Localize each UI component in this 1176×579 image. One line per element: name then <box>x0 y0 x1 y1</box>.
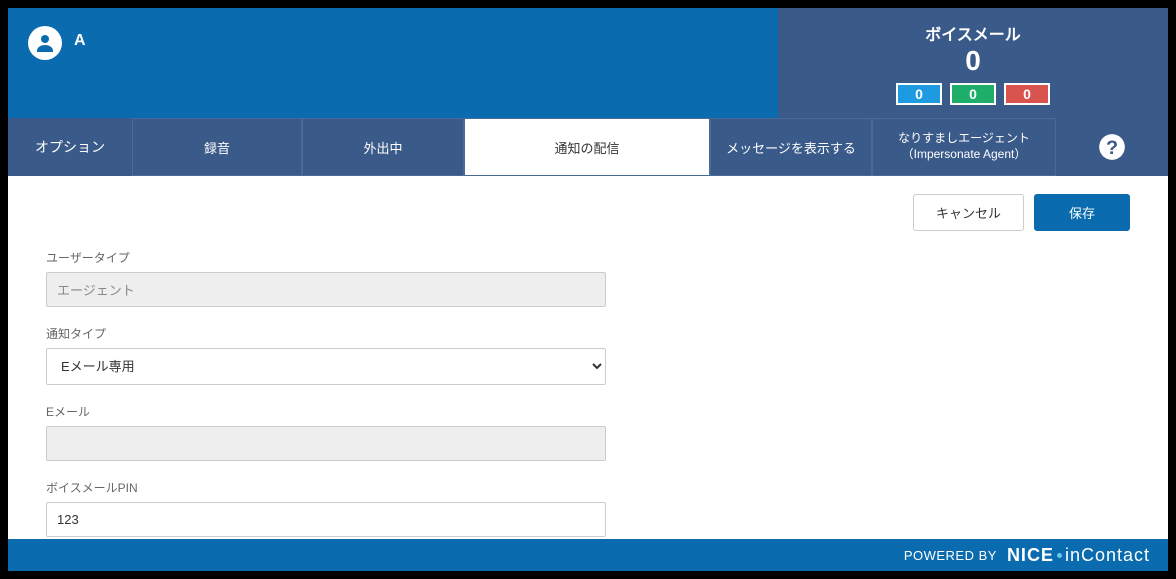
field-notify-type: 通知タイプ Eメール専用 <box>46 325 606 385</box>
voicemail-count: 0 <box>965 47 981 75</box>
header: A ボイスメール 0 0 0 0 <box>8 8 1168 118</box>
save-button[interactable]: 保存 <box>1034 194 1130 231</box>
voicemail-title: ボイスメール <box>925 21 1021 45</box>
header-left: A <box>8 8 778 118</box>
tab-show-message[interactable]: メッセージを表示する <box>710 118 872 176</box>
svg-text:?: ? <box>1106 137 1118 159</box>
pin-input[interactable] <box>46 502 606 537</box>
field-email: Eメール <box>46 403 606 461</box>
badge-blue[interactable]: 0 <box>896 83 942 105</box>
avatar-icon <box>28 26 62 60</box>
email-input <box>46 426 606 461</box>
cancel-button[interactable]: キャンセル <box>913 194 1024 231</box>
tab-recording[interactable]: 録音 <box>132 118 302 176</box>
pin-label: ボイスメールPIN <box>46 479 606 496</box>
voicemail-badges: 0 0 0 <box>896 83 1050 105</box>
brand-nice: NICE <box>1007 545 1054 566</box>
powered-by-label: POWERED BY <box>904 548 997 563</box>
action-row: キャンセル 保存 <box>46 194 1130 231</box>
field-pin: ボイスメールPIN <box>46 479 606 537</box>
tab-impersonate-agent[interactable]: なりすましエージェント（Impersonate Agent） <box>872 118 1056 176</box>
footer: POWERED BY NICE inContact <box>8 539 1168 571</box>
content-area: キャンセル 保存 ユーザータイプ 通知タイプ Eメール専用 Eメール ボイスメー… <box>8 176 1168 539</box>
help-button[interactable]: ? <box>1056 118 1168 176</box>
brand-incontact: inContact <box>1065 545 1150 566</box>
notify-type-label: 通知タイプ <box>46 325 606 342</box>
brand-dot-icon <box>1057 553 1062 558</box>
brand-logo: NICE inContact <box>1007 545 1150 566</box>
agent-name: A <box>74 32 86 50</box>
badge-green[interactable]: 0 <box>950 83 996 105</box>
user-type-label: ユーザータイプ <box>46 249 606 266</box>
tab-notification-delivery[interactable]: 通知の配信 <box>464 118 710 176</box>
app-frame: A ボイスメール 0 0 0 0 オプション 録音 外出中 通知の配信 メッセー… <box>0 0 1176 579</box>
tab-away[interactable]: 外出中 <box>302 118 464 176</box>
email-label: Eメール <box>46 403 606 420</box>
user-type-input <box>46 272 606 307</box>
notify-type-select[interactable]: Eメール専用 <box>46 348 606 385</box>
form: ユーザータイプ 通知タイプ Eメール専用 Eメール ボイスメールPIN <box>46 249 606 537</box>
tabs-row: オプション 録音 外出中 通知の配信 メッセージを表示する なりすましエージェン… <box>8 118 1168 176</box>
tabs-group-label: オプション <box>8 118 132 176</box>
field-user-type: ユーザータイプ <box>46 249 606 307</box>
voicemail-panel: ボイスメール 0 0 0 0 <box>778 8 1168 118</box>
badge-red[interactable]: 0 <box>1004 83 1050 105</box>
